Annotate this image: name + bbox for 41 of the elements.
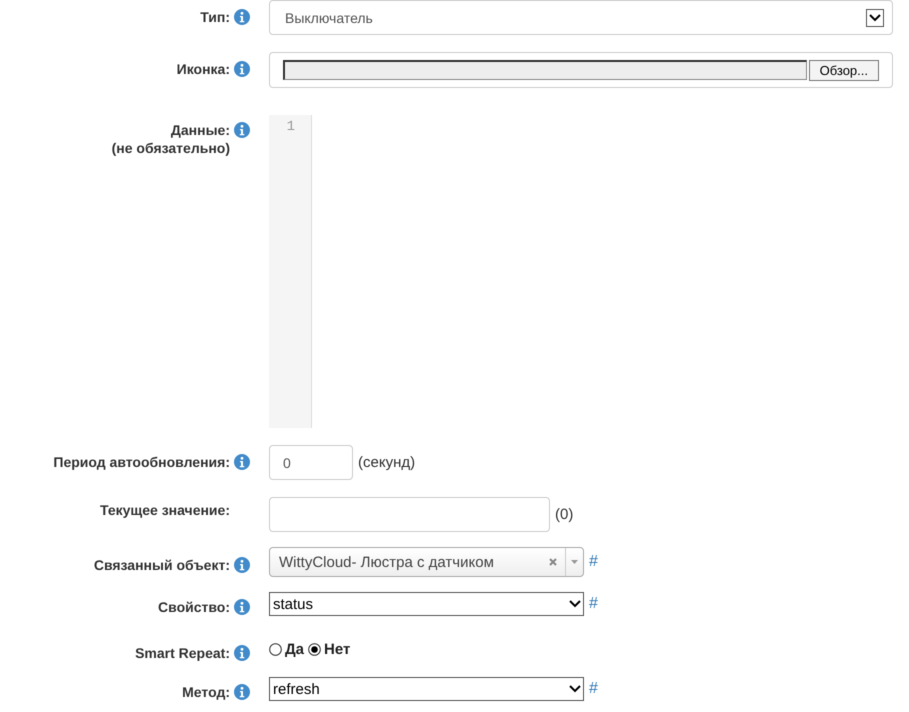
unit-label: (секунд)	[358, 454, 416, 471]
field-label: Smart Repeat:	[135, 644, 230, 662]
field-label: Метод:	[182, 683, 230, 701]
info-icon[interactable]	[234, 645, 250, 661]
field-label: Тип:	[200, 8, 230, 26]
browse-button[interactable]: Обзор...	[808, 60, 879, 80]
link[interactable]: #	[589, 680, 598, 698]
link[interactable]: #	[589, 595, 598, 613]
select-field[interactable]: status	[269, 592, 584, 616]
file-path-field[interactable]	[283, 60, 807, 80]
field-label: Иконка:	[176, 60, 230, 78]
info-icon[interactable]	[234, 122, 250, 138]
field-label: Связанный объект:	[94, 556, 230, 574]
field-hint: (не обязательно)	[112, 139, 230, 157]
type-select[interactable]: Выключатель	[269, 0, 893, 35]
input-field[interactable]: 0	[269, 445, 353, 480]
line-number: 1	[286, 119, 295, 135]
field-label: Данные:	[170, 121, 230, 139]
input-field[interactable]	[269, 497, 550, 532]
field-label: Период автообновления:	[53, 453, 230, 471]
info-icon[interactable]	[234, 61, 250, 77]
radio-button[interactable]	[308, 642, 322, 656]
info-icon[interactable]	[234, 454, 250, 470]
radio-label: Нет	[324, 640, 350, 658]
info-icon[interactable]	[234, 684, 250, 700]
caret-icon	[868, 12, 882, 22]
field-label: Текущее значение:	[100, 501, 230, 519]
dropdown-arrow-icon[interactable]	[571, 560, 578, 564]
count-label: (0)	[555, 506, 574, 523]
select-field[interactable]: refresh	[269, 677, 584, 701]
radio-label: Да	[285, 640, 304, 658]
caret-icon	[568, 684, 582, 694]
caret-icon	[568, 599, 582, 609]
info-icon[interactable]	[234, 599, 250, 615]
info-icon[interactable]	[234, 9, 250, 25]
clear-icon[interactable]	[549, 558, 557, 566]
link[interactable]: #	[589, 553, 598, 571]
object-combobox[interactable]: WittyCloud- Люстра с датчиком	[269, 547, 584, 577]
info-icon[interactable]	[234, 557, 250, 573]
radio-button[interactable]	[269, 642, 282, 656]
field-label: Свойство:	[158, 598, 230, 616]
